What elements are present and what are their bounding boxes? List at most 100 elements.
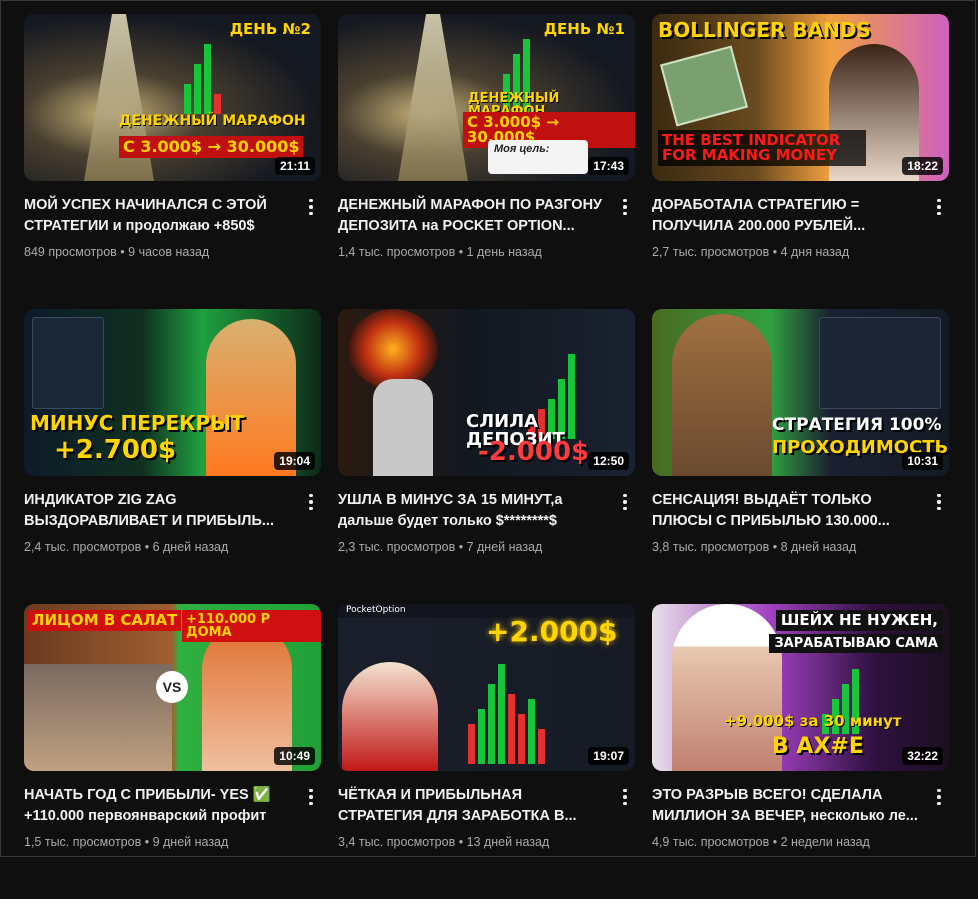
- video-views: 2,4 тыс. просмотров: [24, 540, 142, 554]
- more-vert-icon[interactable]: [931, 197, 947, 217]
- video-meta: 1,5 тыс. просмотров • 9 дней назад: [24, 835, 293, 849]
- video-duration: 19:07: [588, 747, 629, 765]
- video-age: 1 день назад: [466, 245, 542, 259]
- thumb-goal-text: Моя цель:: [494, 143, 550, 155]
- meta-separator: •: [458, 835, 464, 849]
- video-title[interactable]: СЕНСАЦИЯ! ВЫДАЁТ ТОЛЬКО ПЛЮСЫ С ПРИБЫЛЬЮ…: [652, 490, 921, 532]
- video-meta: 4,9 тыс. просмотров • 2 недели назад: [652, 835, 921, 849]
- more-vert-icon[interactable]: [931, 492, 947, 512]
- video-thumbnail[interactable]: PocketOption +2.000$ 19:07: [338, 604, 635, 771]
- video-age: 4 дня назад: [780, 245, 850, 259]
- video-views: 2,3 тыс. просмотров: [338, 540, 456, 554]
- thumb-headline: +2.000$: [486, 615, 618, 648]
- video-title[interactable]: ЭТО РАЗРЫВ ВСЕГО! СДЕЛАЛА МИЛЛИОН ЗА ВЕЧ…: [652, 785, 921, 827]
- meta-separator: •: [458, 245, 464, 259]
- video-age: 2 недели назад: [780, 835, 870, 849]
- video-card[interactable]: PocketOption +2.000$ 19:07 ЧЁТКАЯ И ПРИБ…: [338, 604, 635, 899]
- video-views: 1,4 тыс. просмотров: [338, 245, 456, 259]
- thumb-subline: +2.700$: [54, 435, 177, 465]
- video-age: 13 дней назад: [466, 835, 550, 849]
- thumb-headline: ШЕЙХ НЕ НУЖЕН,: [775, 610, 943, 631]
- video-title[interactable]: ЧЁТКАЯ И ПРИБЫЛЬНАЯ СТРАТЕГИЯ ДЛЯ ЗАРАБО…: [338, 785, 607, 827]
- video-title[interactable]: МОЙ УСПЕХ НАЧИНАЛСЯ С ЭТОЙ СТРАТЕГИИ и п…: [24, 195, 293, 237]
- more-vert-icon[interactable]: [303, 197, 319, 217]
- video-thumbnail[interactable]: BOLLINGER BANDS THE BEST INDICATOR FOR M…: [652, 14, 949, 181]
- more-vert-icon[interactable]: [617, 787, 633, 807]
- video-card[interactable]: МИНУС ПЕРЕКРЫТ +2.700$ 19:04 ИНДИКАТОР Z…: [24, 309, 321, 604]
- video-card[interactable]: ЛИЦОМ В САЛАТ +110.000 Р ДОМА VS 10:49 Н…: [24, 604, 321, 899]
- meta-separator: •: [144, 835, 150, 849]
- thumb-headline: МИНУС ПЕРЕКРЫТ: [30, 411, 245, 435]
- video-duration: 17:43: [588, 157, 629, 175]
- video-title[interactable]: УШЛА В МИНУС ЗА 15 МИНУТ,а дальше будет …: [338, 490, 607, 532]
- video-meta: 1,4 тыс. просмотров • 1 день назад: [338, 245, 607, 259]
- video-thumbnail[interactable]: СТРАТЕГИЯ 100% ПРОХОДИМОСТЬ 10:31: [652, 309, 949, 476]
- video-duration: 10:49: [274, 747, 315, 765]
- video-thumbnail[interactable]: ДЕНЬ №2 ДЕНЕЖНЫЙ МАРАФОН С 3.000$ → 30.0…: [24, 14, 321, 181]
- thumb-vs-badge: VS: [156, 671, 188, 703]
- thumb-headline: СТРАТЕГИЯ 100%: [772, 415, 942, 435]
- video-views: 3,8 тыс. просмотров: [652, 540, 770, 554]
- video-card[interactable]: ДЕНЬ №2 ДЕНЕЖНЫЙ МАРАФОН С 3.000$ → 30.0…: [24, 14, 321, 309]
- thumb-day-label: ДЕНЬ №1: [543, 20, 625, 38]
- video-card[interactable]: ДЕНЬ №1 ДЕНЕЖНЫЙ МАРАФОН С 3.000$ → 30.0…: [338, 14, 635, 309]
- more-vert-icon[interactable]: [931, 787, 947, 807]
- thumb-subline: +110.000 Р ДОМА: [182, 610, 321, 642]
- video-duration: 10:31: [902, 452, 943, 470]
- video-duration: 18:22: [902, 157, 943, 175]
- meta-separator: •: [120, 245, 125, 259]
- thumb-headline: BOLLINGER BANDS: [658, 18, 871, 42]
- more-vert-icon[interactable]: [617, 197, 633, 217]
- video-thumbnail[interactable]: ЛИЦОМ В САЛАТ +110.000 Р ДОМА VS 10:49: [24, 604, 321, 771]
- video-age: 9 часов назад: [128, 245, 210, 259]
- thumb-brand: PocketOption: [346, 605, 406, 615]
- thumb-headline: ДЕНЕЖНЫЙ МАРАФОН: [119, 113, 306, 129]
- video-duration: 21:11: [274, 157, 315, 175]
- thumb-subline: С 3.000$ → 30.000$: [119, 136, 304, 158]
- video-age: 8 дней назад: [780, 540, 857, 554]
- video-age: 9 дней назад: [152, 835, 229, 849]
- video-title[interactable]: ДЕНЕЖНЫЙ МАРАФОН ПО РАЗГОНУ ДЕПОЗИТА на …: [338, 195, 607, 237]
- more-vert-icon[interactable]: [303, 787, 319, 807]
- thumb-goal-card: Моя цель:: [488, 140, 588, 174]
- video-duration: 12:50: [588, 452, 629, 470]
- thumb-subline: -2.000$: [478, 437, 590, 467]
- video-meta: 2,7 тыс. просмотров • 4 дня назад: [652, 245, 921, 259]
- thumb-subline: ЗАРАБАТЫВАЮ САМА: [769, 634, 943, 653]
- video-meta: 2,4 тыс. просмотров • 6 дней назад: [24, 540, 293, 554]
- more-vert-icon[interactable]: [303, 492, 319, 512]
- video-views: 4,9 тыс. просмотров: [652, 835, 770, 849]
- video-thumbnail[interactable]: СЛИЛА ДЕПОЗИТ -2.000$ 12:50: [338, 309, 635, 476]
- video-views: 1,5 тыс. просмотров: [24, 835, 142, 849]
- video-views: 2,7 тыс. просмотров: [652, 245, 770, 259]
- meta-separator: •: [772, 540, 778, 554]
- video-views: 3,4 тыс. просмотров: [338, 835, 456, 849]
- thumb-profit-text: +9.000$ за 30 минут: [724, 712, 902, 730]
- video-card[interactable]: BOLLINGER BANDS THE BEST INDICATOR FOR M…: [652, 14, 949, 309]
- video-views: 849 просмотров: [24, 245, 117, 259]
- thumb-day-label: ДЕНЬ №2: [229, 20, 311, 38]
- video-duration: 32:22: [902, 747, 943, 765]
- video-meta: 3,8 тыс. просмотров • 8 дней назад: [652, 540, 921, 554]
- meta-separator: •: [772, 835, 778, 849]
- video-meta: 2,3 тыс. просмотров • 7 дней назад: [338, 540, 607, 554]
- video-thumbnail[interactable]: МИНУС ПЕРЕКРЫТ +2.700$ 19:04: [24, 309, 321, 476]
- meta-separator: •: [772, 245, 778, 259]
- thumb-tagline: В АХ#Е: [772, 734, 864, 759]
- video-thumbnail[interactable]: ДЕНЬ №1 ДЕНЕЖНЫЙ МАРАФОН С 3.000$ → 30.0…: [338, 14, 635, 181]
- video-meta: 3,4 тыс. просмотров • 13 дней назад: [338, 835, 607, 849]
- video-card[interactable]: ШЕЙХ НЕ НУЖЕН, ЗАРАБАТЫВАЮ САМА +9.000$ …: [652, 604, 949, 899]
- thumb-vs-text: VS: [162, 679, 182, 695]
- video-age: 6 дней назад: [152, 540, 229, 554]
- video-card[interactable]: СТРАТЕГИЯ 100% ПРОХОДИМОСТЬ 10:31 СЕНСАЦ…: [652, 309, 949, 604]
- video-title[interactable]: НАЧАТЬ ГОД С ПРИБЫЛИ- YES ✅ +110.000 пер…: [24, 785, 293, 827]
- video-card[interactable]: СЛИЛА ДЕПОЗИТ -2.000$ 12:50 УШЛА В МИНУС…: [338, 309, 635, 604]
- more-vert-icon[interactable]: [617, 492, 633, 512]
- meta-separator: •: [458, 540, 464, 554]
- meta-separator: •: [144, 540, 150, 554]
- video-meta: 849 просмотров • 9 часов назад: [24, 245, 293, 259]
- video-grid: ДЕНЬ №2 ДЕНЕЖНЫЙ МАРАФОН С 3.000$ → 30.0…: [24, 14, 949, 899]
- video-thumbnail[interactable]: ШЕЙХ НЕ НУЖЕН, ЗАРАБАТЫВАЮ САМА +9.000$ …: [652, 604, 949, 771]
- video-title[interactable]: ИНДИКАТОР ZIG ZAG ВЫЗДОРАВЛИВАЕТ И ПРИБЫ…: [24, 490, 293, 532]
- video-title[interactable]: ДОРАБОТАЛА СТРАТЕГИЮ = ПОЛУЧИЛА 200.000 …: [652, 195, 921, 237]
